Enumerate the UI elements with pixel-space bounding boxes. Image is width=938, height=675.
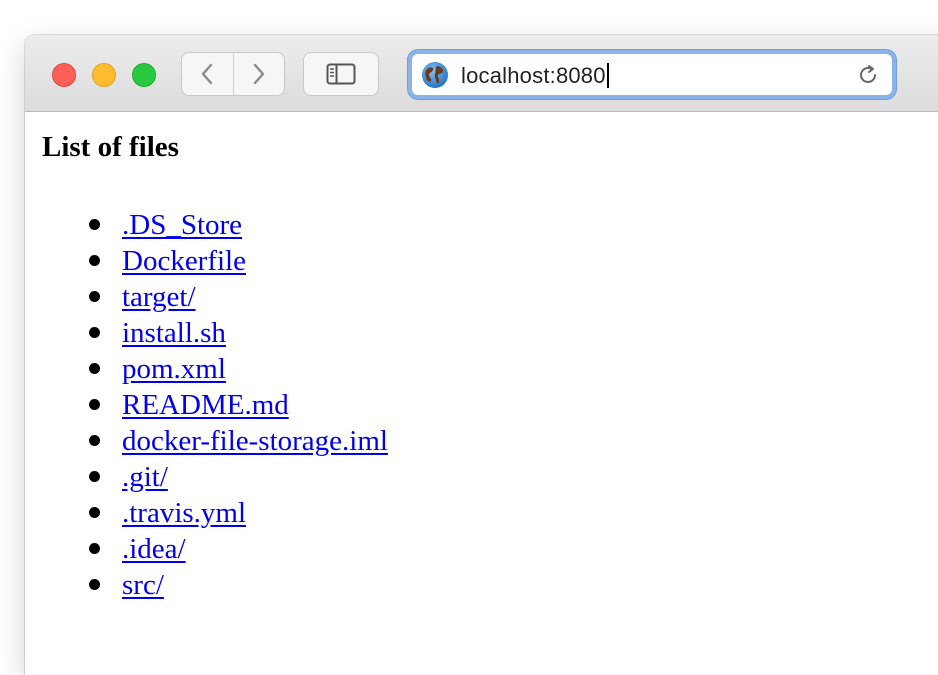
url-field[interactable]: localhost:8080 [461, 63, 609, 89]
globe-icon [422, 62, 448, 88]
forward-button[interactable] [232, 53, 285, 95]
bullet-icon [89, 399, 100, 410]
file-link[interactable]: .git/ [122, 461, 168, 493]
chevron-right-icon [253, 63, 264, 85]
list-item: .DS_Store [89, 207, 388, 243]
page-content: List of files .DS_Store Dockerfile target/… [25, 112, 938, 675]
list-item: pom.xml [89, 351, 388, 387]
page-title: List of files [42, 131, 179, 163]
list-item: install.sh [89, 315, 388, 351]
file-link[interactable]: .travis.yml [122, 497, 246, 529]
close-window-button[interactable] [52, 63, 76, 87]
back-button[interactable] [182, 53, 233, 95]
reload-icon[interactable] [856, 63, 880, 87]
file-link[interactable]: .DS_Store [122, 209, 242, 241]
chevron-left-icon [202, 63, 213, 85]
minimize-window-button[interactable] [92, 63, 116, 87]
list-item: .git/ [89, 459, 388, 495]
sidebar-icon [326, 63, 356, 85]
list-item: .idea/ [89, 531, 388, 567]
navigation-buttons [181, 52, 285, 96]
list-item: src/ [89, 567, 388, 603]
url-text: localhost:8080 [461, 63, 606, 88]
list-item: README.md [89, 387, 388, 423]
file-link[interactable]: Dockerfile [122, 245, 246, 277]
file-link[interactable]: target/ [122, 281, 196, 313]
file-link[interactable]: docker-file-storage.iml [122, 425, 388, 457]
bullet-icon [89, 507, 100, 518]
bullet-icon [89, 219, 100, 230]
list-item: docker-file-storage.iml [89, 423, 388, 459]
browser-toolbar: localhost:8080 [25, 35, 938, 112]
zoom-window-button[interactable] [132, 63, 156, 87]
file-link[interactable]: pom.xml [122, 353, 226, 385]
bullet-icon [89, 543, 100, 554]
sidebar-toggle-button[interactable] [303, 52, 379, 96]
bullet-icon [89, 579, 100, 590]
bullet-icon [89, 255, 100, 266]
text-caret [606, 63, 609, 88]
list-item: target/ [89, 279, 388, 315]
bullet-icon [89, 327, 100, 338]
file-link[interactable]: README.md [122, 389, 289, 421]
list-item: Dockerfile [89, 243, 388, 279]
file-link[interactable]: src/ [122, 569, 164, 601]
bullet-icon [89, 471, 100, 482]
file-link[interactable]: .idea/ [122, 533, 186, 565]
bullet-icon [89, 363, 100, 374]
browser-window: localhost:8080 List of files .DS_Store Do… [25, 35, 938, 675]
file-list: .DS_Store Dockerfile target/install.sh pom.… [89, 207, 388, 603]
bullet-icon [89, 435, 100, 446]
address-bar[interactable]: localhost:8080 [408, 50, 896, 99]
file-link[interactable]: install.sh [122, 317, 226, 349]
bullet-icon [89, 291, 100, 302]
list-item: .travis.yml [89, 495, 388, 531]
desktop: localhost:8080 List of files .DS_Store Do… [0, 0, 938, 675]
